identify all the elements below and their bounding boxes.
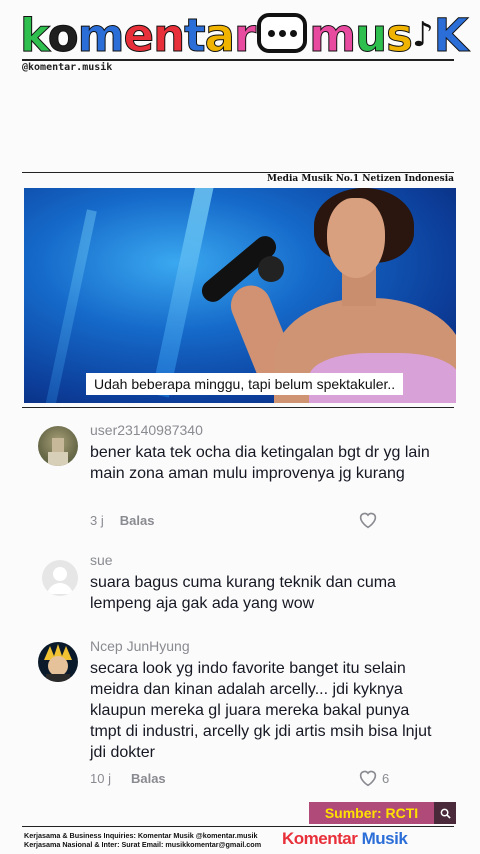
- avatar[interactable]: [42, 560, 78, 596]
- singer-face: [327, 198, 385, 278]
- footer-divider: [22, 826, 454, 827]
- video-caption: Udah beberapa minggu, tapi belum spektak…: [86, 373, 404, 395]
- search-button[interactable]: [434, 802, 456, 824]
- comment-item: sue suara bagus cuma kurang teknik dan c…: [38, 552, 458, 622]
- music-note-icon: ♪: [411, 15, 434, 55]
- footer-email-line: Kerjasama Nasional & Inter: Surat Email:…: [24, 840, 262, 849]
- chat-bubble-icon: [257, 13, 308, 53]
- video-divider: [22, 407, 454, 408]
- logo-letter-k: K: [433, 8, 469, 62]
- like-count: 6: [382, 770, 390, 786]
- tagline: Media Musik No.1 Netizen Indonesia: [266, 174, 454, 184]
- video-frame[interactable]: Udah beberapa minggu, tapi belum spektak…: [24, 188, 456, 403]
- like-button[interactable]: 6: [358, 769, 389, 787]
- footer-logo-musik: Musik: [361, 829, 408, 848]
- logo-word-komentar: komentar: [20, 8, 257, 62]
- comment-username[interactable]: sue: [90, 552, 113, 568]
- comment-item: user23140987340 bener kata tek ocha dia …: [38, 420, 458, 535]
- heart-icon: [359, 770, 377, 787]
- source-badge: Sumber: RCTI: [309, 802, 456, 824]
- source-label: Sumber: RCTI: [309, 802, 434, 824]
- account-handle: @komentar.musik: [22, 62, 113, 73]
- reply-button[interactable]: Balas: [120, 513, 155, 528]
- header-divider: [22, 59, 454, 61]
- footer-logo-komentar: Komentar: [282, 829, 358, 848]
- comment-text: suara bagus cuma kurang teknik dan cuma …: [90, 574, 396, 612]
- comment-username[interactable]: user23140987340: [90, 422, 203, 438]
- comment-username[interactable]: Ncep JunHyung: [90, 638, 190, 654]
- logo-word-musik: mus: [309, 8, 414, 62]
- comment-text: bener kata tek ocha dia ketingalan bgt d…: [90, 444, 430, 482]
- komentar-musik-logo: komentar mus ♪ K: [20, 8, 470, 62]
- footer-business-line: Kerjasama & Business Inquiries: Komentar…: [24, 831, 258, 840]
- reply-button[interactable]: Balas: [131, 771, 166, 786]
- comment-time: 10 j: [90, 771, 111, 786]
- tagline-divider: [22, 172, 454, 173]
- footer-logo: Komentar Musik: [282, 829, 408, 849]
- comment-text: secara look yg indo favorite banget itu …: [90, 660, 432, 761]
- comment-meta: 3 j Balas: [90, 513, 154, 528]
- comment-meta: 10 j Balas: [90, 771, 166, 786]
- avatar[interactable]: [38, 426, 78, 466]
- comment-time: 3 j: [90, 513, 104, 528]
- screen: komentar mus ♪ K @komentar.musik Media M…: [0, 0, 480, 854]
- microphone-head: [258, 256, 284, 282]
- avatar[interactable]: [38, 642, 78, 682]
- like-button[interactable]: [358, 511, 382, 529]
- search-icon: [440, 808, 451, 819]
- heart-icon: [359, 512, 377, 529]
- comment-item: Ncep JunHyung secara look yg indo favori…: [38, 638, 458, 798]
